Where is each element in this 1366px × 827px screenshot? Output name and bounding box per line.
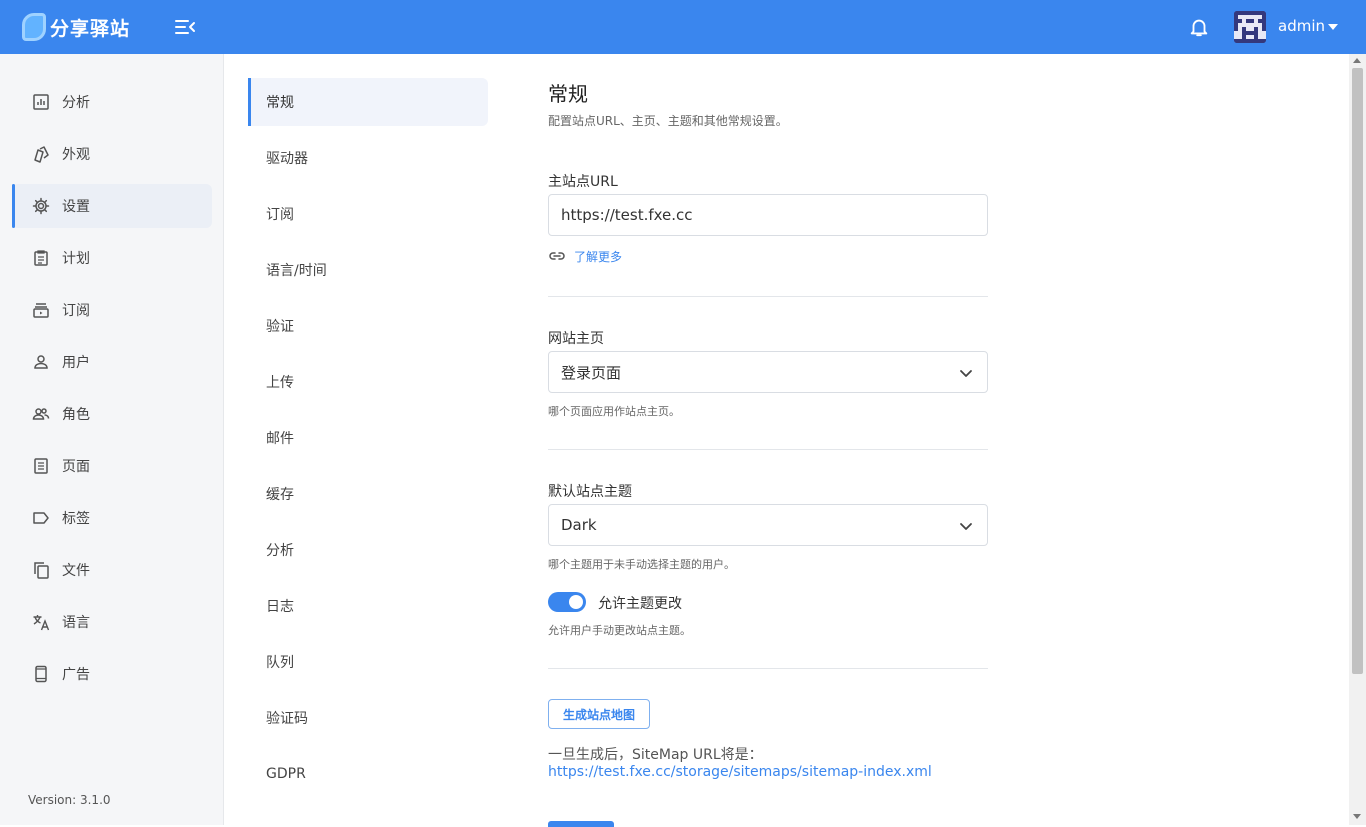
- bell-icon[interactable]: [1188, 16, 1210, 38]
- files-icon: [34, 562, 49, 579]
- theme-label: 默认站点主题: [548, 484, 632, 500]
- brush-icon: [34, 146, 49, 163]
- sidebar-item-appearance[interactable]: 外观: [12, 132, 212, 176]
- phone-icon: [35, 665, 47, 683]
- subscription-icon: [33, 303, 49, 318]
- scroll-up-arrow-icon[interactable]: [1353, 58, 1361, 63]
- homepage-selected-value: 登录页面: [561, 363, 622, 382]
- sidebar-item-language[interactable]: 语言: [12, 600, 212, 644]
- subnav-item-captcha[interactable]: 验证码: [248, 694, 488, 742]
- sitemap-url-link[interactable]: https://test.fxe.cc/storage/sitemaps/sit…: [548, 764, 932, 780]
- subnav-item-mail[interactable]: 邮件: [248, 414, 488, 462]
- subnav-item-uploads[interactable]: 上传: [248, 358, 488, 406]
- sidebar-item-label: 页面: [62, 459, 90, 475]
- sidebar-item-subscriptions[interactable]: 订阅: [12, 288, 212, 332]
- subnav-item-locale[interactable]: 语言/时间: [248, 246, 488, 294]
- allow-theme-change-label: 允许主题更改: [598, 596, 682, 612]
- homepage-select[interactable]: 登录页面: [548, 351, 988, 393]
- subnav-item-auth[interactable]: 验证: [248, 302, 488, 350]
- sidebar-item-label: 设置: [62, 199, 90, 215]
- avatar-pixel-icon: [1234, 11, 1266, 43]
- sidebar-item-label: 订阅: [62, 303, 90, 319]
- page-description: 配置站点URL、主页、主题和其他常规设置。: [548, 114, 788, 128]
- subnav-item-analytics[interactable]: 分析: [248, 526, 488, 574]
- settings-subnav: 常规 驱动器 订阅 语言/时间 验证 上传 邮件 缓存 分析 日志 队列 验证码…: [248, 54, 488, 825]
- username[interactable]: admin: [1278, 17, 1325, 35]
- subnav-item-cache[interactable]: 缓存: [248, 470, 488, 518]
- scroll-down-arrow-icon[interactable]: [1353, 814, 1361, 819]
- divider: [548, 668, 988, 669]
- clipboard-icon: [34, 250, 48, 266]
- subnav-item-subscriptions[interactable]: 订阅: [248, 190, 488, 238]
- page-icon: [34, 458, 48, 474]
- sidebar-item-roles[interactable]: 角色: [12, 392, 212, 436]
- sidebar: 分析 外观 设置 计划 订阅 用户 角色 页面 标签 文件 语言 广告 Vers…: [0, 54, 224, 825]
- sidebar-item-label: 文件: [62, 563, 90, 579]
- site-url-field[interactable]: [548, 194, 988, 236]
- sidebar-item-label: 标签: [62, 511, 90, 527]
- save-button-partial[interactable]: [548, 821, 614, 827]
- page-title: 常规: [548, 82, 588, 106]
- translate-icon: [33, 615, 50, 631]
- tag-icon: [33, 512, 49, 524]
- sidebar-item-label: 计划: [62, 251, 90, 267]
- sidebar-item-label: 语言: [62, 615, 90, 631]
- sidebar-item-label: 用户: [62, 355, 90, 371]
- sitemap-note: 一旦生成后，SiteMap URL将是：: [548, 747, 763, 763]
- learn-more-label: 了解更多: [574, 249, 623, 264]
- sidebar-item-files[interactable]: 文件: [12, 548, 212, 592]
- theme-help: 哪个主题用于未手动选择主题的用户。: [548, 558, 735, 571]
- collapse-menu-icon[interactable]: [174, 17, 196, 37]
- avatar[interactable]: [1234, 11, 1266, 43]
- sidebar-item-pages[interactable]: 页面: [12, 444, 212, 488]
- allow-theme-change-help: 允许用户手动更改站点主题。: [548, 624, 691, 637]
- homepage-help: 哪个页面应用作站点主页。: [548, 405, 680, 418]
- homepage-label: 网站主页: [548, 331, 604, 347]
- version-text: Version: 3.1.0: [28, 793, 111, 807]
- sidebar-item-label: 分析: [62, 95, 90, 111]
- divider: [548, 296, 988, 297]
- scroll-thumb[interactable]: [1352, 68, 1363, 674]
- allow-theme-change-toggle[interactable]: [548, 592, 586, 612]
- sidebar-item-settings[interactable]: 设置: [12, 184, 212, 228]
- logo-mark-icon: [22, 13, 46, 41]
- learn-more-link[interactable]: 了解更多: [548, 247, 622, 265]
- caret-down-icon[interactable]: [1328, 24, 1338, 30]
- sidebar-item-users[interactable]: 用户: [12, 340, 212, 384]
- users-icon: [32, 408, 50, 420]
- sidebar-item-label: 角色: [62, 407, 90, 423]
- subnav-item-general[interactable]: 常规: [248, 78, 488, 126]
- logo[interactable]: 分享驿站: [22, 12, 130, 42]
- user-icon: [34, 355, 48, 369]
- sidebar-item-ads[interactable]: 广告: [12, 652, 212, 696]
- sidebar-item-analytics[interactable]: 分析: [12, 80, 212, 124]
- sidebar-item-plans[interactable]: 计划: [12, 236, 212, 280]
- link-icon: [549, 252, 565, 260]
- subnav-item-logs[interactable]: 日志: [248, 582, 488, 630]
- sidebar-item-label: 广告: [62, 667, 90, 683]
- chevron-down-icon: [960, 523, 972, 530]
- subnav-item-gdpr[interactable]: GDPR: [248, 750, 488, 798]
- theme-select[interactable]: Dark: [548, 504, 988, 546]
- page-scrollbar[interactable]: [1349, 54, 1366, 825]
- theme-selected-value: Dark: [561, 516, 597, 534]
- sidebar-item-label: 外观: [62, 147, 90, 163]
- sidebar-item-tags[interactable]: 标签: [12, 496, 212, 540]
- site-url-label: 主站点URL: [548, 174, 618, 190]
- divider: [548, 449, 988, 450]
- gear-icon: [32, 197, 50, 215]
- chevron-down-icon: [960, 370, 972, 377]
- top-bar: 分享驿站 admin: [0, 0, 1366, 54]
- chart-icon: [33, 94, 49, 110]
- generate-sitemap-button[interactable]: 生成站点地图: [548, 699, 650, 729]
- site-url-input[interactable]: [561, 206, 987, 224]
- subnav-item-queue[interactable]: 队列: [248, 638, 488, 686]
- toggle-knob: [569, 595, 583, 609]
- brand-name: 分享驿站: [50, 17, 131, 40]
- subnav-item-drivers[interactable]: 驱动器: [248, 134, 488, 182]
